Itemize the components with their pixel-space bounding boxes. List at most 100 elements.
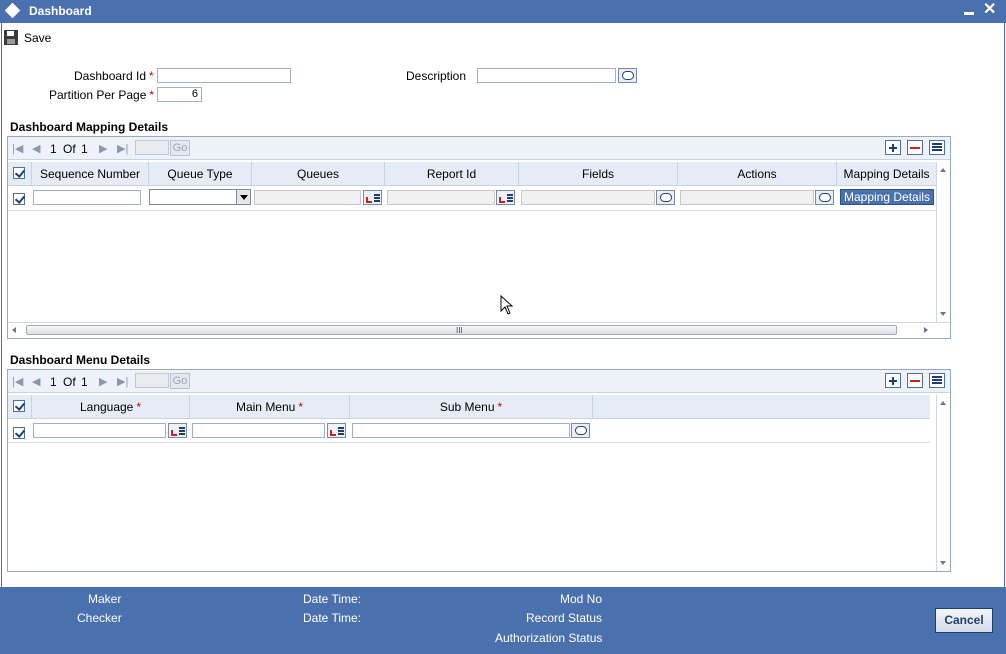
next-page-icon[interactable]: ▶ [99, 142, 107, 155]
required-mark: * [298, 400, 304, 414]
mapping-select-all-checkbox[interactable] [13, 167, 25, 179]
mapping-grid: |◀ ◀ 1 Of 1 ▶ ▶| Go Sequence Number Queu… [7, 136, 951, 339]
col-queues[interactable]: Queues [252, 162, 385, 186]
last-page-icon[interactable]: ▶| [117, 375, 128, 388]
first-page-icon[interactable]: |◀ [12, 375, 23, 388]
scroll-up-icon[interactable] [940, 168, 946, 172]
scroll-left-icon[interactable] [12, 327, 16, 333]
mapping-details-button[interactable]: Mapping Details [840, 189, 935, 205]
previous-page-icon[interactable]: ◀ [32, 375, 40, 388]
col-report-id[interactable]: Report Id [385, 162, 519, 186]
col-language-label: Language [79, 400, 134, 414]
col-sequence-number[interactable]: Sequence Number [32, 162, 149, 186]
scroll-thumb[interactable]: III [26, 325, 897, 335]
authorization-status-label: Authorization Status [495, 631, 603, 645]
cancel-button[interactable]: Cancel [935, 608, 993, 633]
required-mark: * [497, 400, 503, 414]
row-divider [8, 442, 930, 443]
scroll-up-icon[interactable] [940, 401, 946, 405]
mapping-page-total: 1 [81, 142, 88, 156]
menu-page-current: 1 [50, 375, 57, 389]
mapping-horizontal-scrollbar[interactable]: III [8, 322, 950, 336]
single-view-icon[interactable] [929, 373, 945, 388]
actions-message-icon[interactable] [815, 190, 834, 205]
mod-no-label: Mod No [560, 592, 603, 606]
mapping-go-button[interactable]: Go [170, 140, 190, 156]
window-title: Dashboard [29, 4, 92, 18]
col-language[interactable]: Language * [32, 395, 190, 419]
add-row-icon[interactable] [885, 140, 901, 155]
dashboard-id-label: Dashboard Id * [74, 69, 154, 83]
sub-menu-message-icon[interactable] [571, 423, 590, 438]
next-page-icon[interactable]: ▶ [99, 375, 107, 388]
maker-date-time-label: Date Time: [303, 592, 362, 606]
mapping-header-row: Sequence Number Queue Type Queues Report… [8, 162, 936, 186]
report-id-lov-icon[interactable] [496, 190, 515, 205]
audit-footer: Maker Checker Date Time: Date Time: Mod … [0, 587, 1006, 654]
queue-type-select[interactable] [149, 189, 251, 205]
menu-vertical-scrollbar[interactable] [936, 395, 948, 571]
scroll-right-icon[interactable] [924, 327, 928, 333]
scroll-grip: III [456, 326, 463, 335]
mapping-row-checkbox[interactable] [13, 193, 25, 205]
mapping-page-current: 1 [50, 142, 57, 156]
menu-page-of: Of [63, 375, 76, 389]
col-queue-type[interactable]: Queue Type [149, 162, 252, 186]
partition-per-page-label: Partition Per Page * [49, 88, 155, 102]
partition-per-page-input[interactable]: 6 [157, 87, 202, 102]
col-sub-menu-label: Sub Menu [439, 400, 495, 414]
save-icon [4, 30, 18, 45]
dashboard-id-input[interactable] [157, 68, 291, 83]
main-menu-input[interactable] [192, 423, 325, 438]
close-icon[interactable]: ✕ [983, 2, 996, 18]
mapping-page-of: Of [63, 142, 76, 156]
language-lov-icon[interactable] [168, 423, 187, 438]
description-message-icon[interactable] [618, 68, 637, 83]
menu-page-input[interactable] [135, 373, 169, 388]
minimize-icon[interactable] [964, 12, 974, 15]
scroll-down-icon[interactable] [940, 312, 946, 316]
report-id-input[interactable] [387, 190, 495, 205]
first-page-icon[interactable]: |◀ [12, 142, 23, 155]
menu-section-title: Dashboard Menu Details [10, 353, 151, 367]
scroll-down-icon[interactable] [940, 561, 946, 565]
fields-message-icon[interactable] [656, 190, 675, 205]
col-actions[interactable]: Actions [678, 162, 837, 186]
menu-grid: |◀ ◀ 1 Of 1 ▶ ▶| Go Language * Main Menu *… [7, 369, 951, 572]
menu-page-total: 1 [81, 375, 88, 389]
checker-date-time-label: Date Time: [303, 611, 362, 625]
row-divider [8, 210, 936, 211]
mapping-page-input[interactable] [135, 140, 169, 155]
main-menu-lov-icon[interactable] [327, 423, 346, 438]
previous-page-icon[interactable]: ◀ [32, 142, 40, 155]
queues-lov-icon[interactable] [363, 190, 382, 205]
mapping-vertical-scrollbar[interactable] [936, 162, 948, 322]
actions-input[interactable] [680, 190, 814, 205]
menu-select-all-cell [8, 395, 32, 419]
fields-input[interactable] [521, 190, 655, 205]
sequence-number-input[interactable] [33, 190, 141, 205]
delete-row-icon[interactable] [907, 373, 923, 388]
col-fields[interactable]: Fields [519, 162, 678, 186]
menu-row-checkbox[interactable] [13, 427, 25, 439]
menu-go-button[interactable]: Go [170, 373, 190, 389]
menu-pager: |◀ ◀ 1 Of 1 ▶ ▶| Go [8, 370, 950, 393]
add-row-icon[interactable] [885, 373, 901, 388]
checker-label: Checker [77, 611, 122, 625]
col-sub-menu[interactable]: Sub Menu * [350, 395, 593, 419]
single-view-icon[interactable] [929, 140, 945, 155]
col-mapping-details[interactable]: Mapping Details [837, 162, 936, 186]
description-input[interactable] [477, 68, 616, 83]
last-page-icon[interactable]: ▶| [117, 142, 128, 155]
sub-menu-input[interactable] [352, 423, 570, 438]
delete-row-icon[interactable] [907, 140, 923, 155]
maker-label: Maker [88, 592, 122, 606]
menu-select-all-checkbox[interactable] [13, 400, 25, 412]
save-label: Save [24, 31, 52, 45]
queues-input[interactable] [254, 190, 361, 205]
language-input[interactable] [33, 423, 166, 438]
window-titlebar: Dashboard ✕ [0, 0, 1006, 23]
col-main-menu[interactable]: Main Menu * [190, 395, 350, 419]
description-label: Description [406, 69, 467, 83]
record-status-label: Record Status [526, 611, 603, 625]
